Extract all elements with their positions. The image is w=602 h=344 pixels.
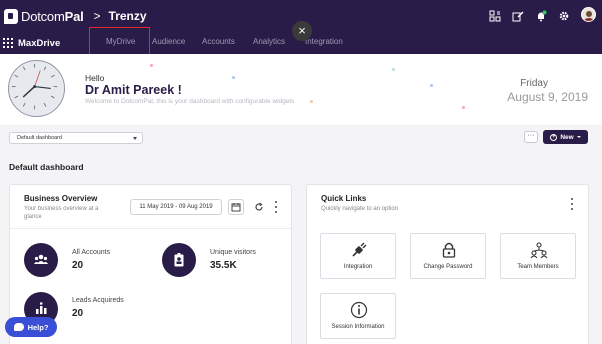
greeting-hello: Hello [85, 73, 105, 83]
logo-suffix: Pal [64, 8, 84, 24]
plus-circle-icon: + [550, 133, 558, 141]
help-button[interactable]: Help? [5, 317, 57, 337]
quick-links-card: Quick Links Quickly navigate to an optio… [306, 184, 589, 344]
lock-icon [442, 242, 456, 258]
business-overview-subtitle-line2: glance [24, 214, 42, 220]
tab-integration[interactable]: Integration [305, 37, 343, 46]
app-name[interactable]: MaxDrive [18, 38, 60, 49]
decor-dot [310, 100, 313, 103]
stat-value-visitors: 35.5K [210, 260, 237, 271]
logo-prefix: Dotcom [21, 8, 65, 24]
close-button[interactable]: × [292, 21, 312, 41]
app-grid-icon[interactable] [3, 38, 13, 48]
decor-dot [462, 106, 465, 109]
dashboard-toolbar: Default dashboard ··· + New [0, 125, 602, 155]
clock-face-icon [11, 63, 58, 110]
user-name-heading: Dr Amit Pareek ! [85, 83, 182, 97]
users-icon [24, 243, 58, 277]
card-menu-kebab-icon[interactable] [570, 198, 574, 210]
stat-value-leads: 20 [72, 308, 84, 319]
notification-bell-icon[interactable] [535, 9, 547, 21]
date-range-field[interactable]: 11 May 2019 - 09 Aug 2019 [130, 199, 222, 215]
quick-link-team-members[interactable]: Team Members [500, 233, 576, 279]
refresh-icon[interactable] [252, 200, 266, 214]
quick-link-session-information[interactable]: Session Information [320, 293, 396, 339]
stat-label-accounts: All Accounts [72, 249, 111, 256]
tab-audience[interactable]: Audience [152, 37, 185, 46]
card-divider [10, 228, 291, 229]
analog-clock [8, 60, 65, 117]
visitor-badge-icon [162, 243, 196, 277]
chevron-down-icon [133, 137, 137, 140]
quick-link-label: Session Information [331, 324, 385, 330]
stat-value-accounts: 20 [72, 260, 84, 271]
plug-icon [352, 242, 367, 257]
team-icon [530, 242, 548, 259]
logo-mark-icon [4, 8, 18, 24]
quick-link-integration[interactable]: Integration [320, 233, 396, 279]
quick-link-label: Change Password [423, 264, 473, 270]
tab-accounts[interactable]: Accounts [202, 37, 235, 46]
business-overview-subtitle: Your business overview at a glance [24, 205, 99, 221]
decor-dot [430, 84, 433, 87]
current-day: Friday [520, 78, 548, 89]
dashboard-select[interactable]: Default dashboard [9, 132, 143, 144]
quick-links-title: Quick Links [321, 194, 367, 203]
quick-link-change-password[interactable]: Change Password [410, 233, 486, 279]
dashboard-title: Default dashboard [9, 162, 84, 172]
breadcrumb-workspace[interactable]: Trenzy [109, 9, 147, 23]
stat-label-visitors: Unique visitors [210, 249, 256, 256]
decor-dot [392, 68, 395, 71]
info-icon [350, 301, 368, 319]
decor-dot [232, 76, 235, 79]
calendar-button[interactable] [228, 199, 244, 215]
tab-analytics[interactable]: Analytics [253, 37, 285, 46]
chat-bubble-icon [13, 323, 24, 331]
user-avatar[interactable] [581, 7, 596, 22]
welcome-banner: Hello Dr Amit Pareek ! Welcome to Dotcom… [0, 54, 602, 125]
dashboard-select-value: Default dashboard [17, 135, 62, 141]
settings-gear-icon[interactable] [558, 9, 570, 21]
new-button-label: New [560, 133, 574, 141]
more-options-button[interactable]: ··· [524, 131, 538, 143]
current-date: August 9, 2019 [507, 90, 588, 104]
chevron-down-icon [576, 136, 581, 138]
quick-links-subtitle: Quickly navigate to an option [321, 206, 399, 212]
quick-link-label: Integration [343, 264, 373, 270]
business-overview-title: Business Overview [24, 194, 98, 203]
quick-link-label: Team Members [517, 264, 559, 270]
welcome-subtitle: Welcome to DotcomPal, this is your dashb… [85, 98, 295, 105]
help-button-label: Help? [27, 322, 49, 332]
stat-label-leads: Leads Acquireds [72, 297, 124, 304]
org-chart-icon[interactable] [489, 9, 501, 21]
dotcompal-logo[interactable]: DotcomPal [4, 8, 84, 24]
breadcrumb-separator: > [93, 9, 101, 23]
decor-dot [150, 64, 153, 67]
new-button[interactable]: + New [543, 130, 588, 144]
edit-icon[interactable] [512, 9, 524, 21]
top-icon-group [489, 7, 596, 22]
business-overview-subtitle-line1: Your business overview at a [24, 206, 99, 212]
card-menu-kebab-icon[interactable] [274, 201, 278, 213]
calendar-icon [231, 203, 241, 212]
